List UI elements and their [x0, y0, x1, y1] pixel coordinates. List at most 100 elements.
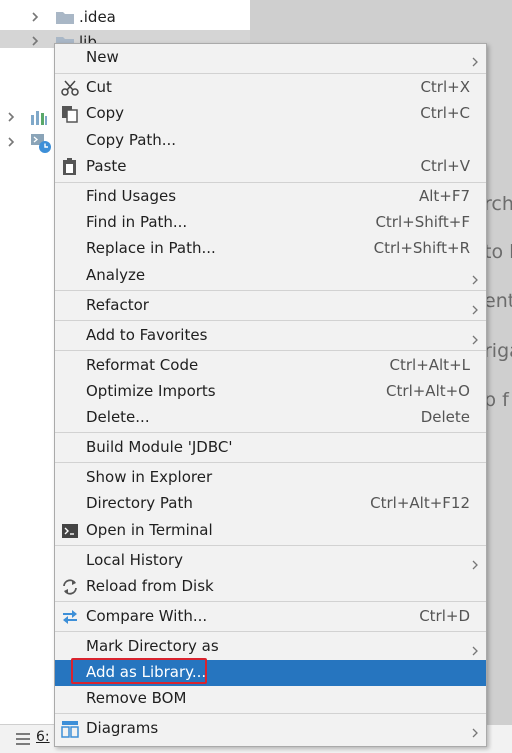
menu-item-reformat-code[interactable]: Reformat Code Ctrl+Alt+L [55, 353, 486, 379]
diagram-icon [61, 720, 79, 738]
menu-item-directory-path[interactable]: Directory Path Ctrl+Alt+F12 [55, 491, 486, 517]
menu-item-shortcut: Alt+F7 [418, 187, 470, 205]
tree-item-idea[interactable]: .idea [0, 5, 250, 29]
menu-item-label: Add to Favorites [86, 326, 208, 344]
menu-item-label: Show in Explorer [86, 468, 213, 486]
menu-item-shortcut: Delete [420, 408, 470, 426]
menu-separator [55, 320, 486, 321]
chevron-right-icon[interactable] [6, 137, 16, 147]
menu-item-label: Cut [86, 78, 112, 96]
menu-separator [55, 601, 486, 602]
menu-item-analyze[interactable]: Analyze [55, 263, 486, 289]
editor-hint-text: riga [484, 340, 512, 362]
menu-separator [55, 290, 486, 291]
folder-icon [56, 10, 74, 24]
chevron-right-icon[interactable] [30, 36, 40, 46]
menu-item-build-module[interactable]: Build Module 'JDBC' [55, 435, 486, 461]
menu-item-copy-path[interactable]: Copy Path... [55, 128, 486, 154]
menu-item-copy[interactable]: Copy Ctrl+C [55, 101, 486, 127]
reload-icon [61, 578, 79, 596]
menu-item-shortcut: Ctrl+C [420, 104, 470, 122]
menu-item-label: Open in Terminal [86, 521, 213, 539]
menu-item-label: Analyze [86, 266, 146, 284]
menu-item-label: Remove BOM [86, 689, 187, 707]
menu-separator [55, 73, 486, 74]
menu-item-label: Compare With... [86, 607, 208, 625]
menu-item-label: New [86, 48, 119, 66]
menu-item-shortcut: Ctrl+Shift+F [375, 213, 470, 231]
menu-item-cut[interactable]: Cut Ctrl+X [55, 75, 486, 101]
menu-item-find-in-path[interactable]: Find in Path... Ctrl+Shift+F [55, 210, 486, 236]
chevron-right-icon[interactable] [6, 112, 16, 122]
submenu-arrow-icon [472, 642, 478, 656]
terminal-icon [61, 522, 79, 540]
menu-item-label: Delete... [86, 408, 150, 426]
submenu-arrow-icon [472, 301, 478, 315]
submenu-arrow-icon [472, 556, 478, 570]
menu-item-new[interactable]: New [55, 45, 486, 71]
editor-hint-text: to l [484, 241, 512, 263]
menu-item-label: Directory Path [86, 494, 193, 512]
menu-item-mark-directory-as[interactable]: Mark Directory as [55, 634, 486, 660]
menu-item-reload-from-disk[interactable]: Reload from Disk [55, 574, 486, 600]
menu-separator [55, 545, 486, 546]
menu-item-add-as-library[interactable]: Add as Library... [55, 658, 486, 686]
menu-item-label: Local History [86, 551, 184, 569]
clipboard-icon [61, 158, 79, 176]
submenu-arrow-icon [472, 271, 478, 285]
menu-item-label: Diagrams [86, 719, 159, 737]
menu-item-label: Copy Path... [86, 131, 177, 149]
menu-item-open-in-terminal[interactable]: Open in Terminal [55, 518, 486, 544]
menu-item-show-in-explorer[interactable]: Show in Explorer [55, 465, 486, 491]
menu-separator [55, 432, 486, 433]
statusbar-tab[interactable]: 6: [36, 729, 50, 745]
menu-item-delete[interactable]: Delete... Delete [55, 405, 486, 431]
menu-item-compare-with[interactable]: Compare With... Ctrl+D [55, 604, 486, 630]
menu-item-label: Add as Library... [86, 663, 207, 681]
menu-item-shortcut: Ctrl+Alt+O [386, 382, 470, 400]
menu-item-label: Refactor [86, 296, 149, 314]
editor-hint-text: p f [484, 389, 509, 411]
menu-item-label: Build Module 'JDBC' [86, 438, 233, 456]
list-icon[interactable] [16, 731, 30, 749]
menu-item-label: Find in Path... [86, 213, 188, 231]
menu-item-find-usages[interactable]: Find Usages Alt+F7 [55, 184, 486, 210]
copy-icon [61, 105, 79, 123]
submenu-arrow-icon [472, 53, 478, 67]
menu-item-label: Find Usages [86, 187, 177, 205]
menu-item-diagrams[interactable]: Diagrams [55, 716, 486, 742]
menu-separator [55, 631, 486, 632]
menu-item-paste[interactable]: Paste Ctrl+V [55, 154, 486, 180]
submenu-arrow-icon [472, 331, 478, 345]
menu-item-shortcut: Ctrl+V [420, 157, 470, 175]
menu-item-replace-in-path[interactable]: Replace in Path... Ctrl+Shift+R [55, 236, 486, 262]
editor-hint-text: ent [484, 290, 512, 312]
menu-separator [55, 350, 486, 351]
chevron-right-icon[interactable] [30, 12, 40, 22]
menu-item-shortcut: Ctrl+Shift+R [373, 239, 470, 257]
menu-item-label: Replace in Path... [86, 239, 216, 257]
menu-item-label: Reload from Disk [86, 577, 214, 595]
library-icon [30, 109, 48, 129]
menu-separator [55, 182, 486, 183]
menu-item-label: Reformat Code [86, 356, 199, 374]
menu-item-shortcut: Ctrl+X [420, 78, 470, 96]
tree-item-label: .idea [79, 8, 116, 26]
menu-item-label: Mark Directory as [86, 637, 219, 655]
menu-item-remove-bom[interactable]: Remove BOM [55, 686, 486, 712]
menu-item-optimize-imports[interactable]: Optimize Imports Ctrl+Alt+O [55, 379, 486, 405]
scratches-icon [30, 132, 52, 158]
menu-item-add-to-favorites[interactable]: Add to Favorites [55, 323, 486, 349]
menu-item-shortcut: Ctrl+Alt+F12 [370, 494, 470, 512]
menu-item-shortcut: Ctrl+D [419, 607, 470, 625]
menu-item-label: Paste [86, 157, 127, 175]
context-menu: New Cut Ctrl+X Copy Ctrl+C Copy Path... … [54, 43, 487, 747]
menu-item-label: Copy [86, 104, 125, 122]
editor-hint-text: rch [484, 193, 512, 215]
submenu-arrow-icon [472, 724, 478, 738]
menu-item-refactor[interactable]: Refactor [55, 293, 486, 319]
menu-item-local-history[interactable]: Local History [55, 548, 486, 574]
menu-item-label: Optimize Imports [86, 382, 216, 400]
menu-separator [55, 713, 486, 714]
scissors-icon [61, 79, 79, 97]
